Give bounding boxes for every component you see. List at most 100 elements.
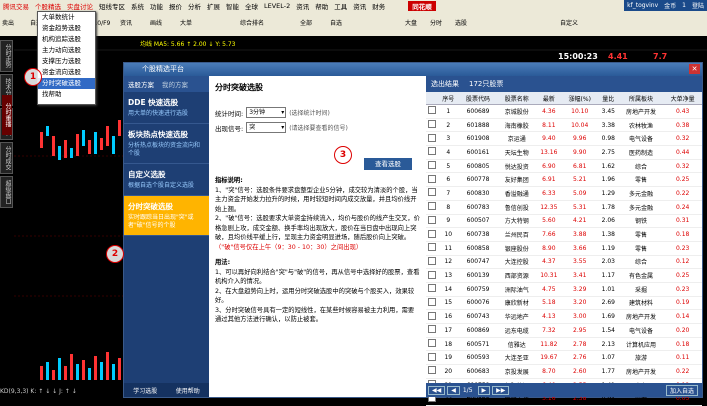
table-row[interactable]: 7 600830 香溢融通 6.33 5.09 1.29 多元金融 0.22 — [426, 186, 702, 201]
row-checkbox[interactable] — [426, 282, 438, 297]
table-row[interactable]: 15 600076 康欣新材 5.18 3.20 2.69 建筑材料 0.19 — [426, 296, 702, 311]
table-row[interactable]: 5 600805 悦达投资 6.90 6.81 1.62 综合 0.32 — [426, 159, 702, 174]
table-row[interactable]: 20 600683 京投发展 8.70 2.60 1.77 房地产开发 0.22 — [426, 364, 702, 379]
row-checkbox[interactable] — [426, 145, 438, 160]
column-header[interactable]: 序号 — [437, 92, 459, 105]
menu-item[interactable]: 智能 — [223, 1, 242, 11]
user-area-item[interactable]: kf_togvinv — [624, 2, 661, 9]
row-checkbox[interactable] — [426, 214, 438, 229]
toolbar-button[interactable]: 画线 — [150, 13, 162, 33]
checkbox-icon[interactable] — [427, 106, 436, 115]
column-header[interactable]: 股票名称 — [497, 92, 537, 105]
checkbox-icon[interactable] — [427, 229, 436, 238]
column-header[interactable]: 涨幅(%) — [561, 92, 598, 105]
table-row[interactable]: 18 600571 信雅达 11.82 2.78 2.13 计算机应用 0.18 — [426, 337, 702, 352]
table-row[interactable]: 2 601888 海南橡胶 8.11 10.04 3.38 农林牧渔 0.38 — [426, 118, 702, 133]
checkbox-icon[interactable] — [427, 339, 436, 348]
user-area-item[interactable]: 登陆 — [689, 1, 707, 10]
column-header[interactable]: 股票代码 — [458, 92, 498, 105]
table-row[interactable]: 14 600759 洲际油气 4.75 3.29 1.01 采掘 0.23 — [426, 282, 702, 297]
table-row[interactable]: 13 600139 西部资源 10.31 3.41 1.17 有色金属 0.25 — [426, 268, 702, 283]
result-tab[interactable]: 选出结果 — [426, 79, 464, 89]
checkbox-icon[interactable] — [427, 243, 436, 252]
column-header[interactable]: 大单净量 — [663, 92, 702, 105]
prev-page-icon[interactable]: ◀ — [447, 385, 460, 395]
menu-item[interactable]: LEVEL-2 — [261, 2, 293, 10]
toolbar-button[interactable]: 资讯 — [120, 13, 132, 33]
add-to-watchlist-button[interactable]: 加入自选 — [665, 384, 698, 396]
dropdown-item[interactable]: 机构追踪选股 — [38, 34, 95, 45]
row-checkbox[interactable] — [426, 268, 438, 283]
table-row[interactable]: 4 600161 天坛生物 13.16 9.90 2.75 医药制造 0.44 — [426, 145, 702, 160]
row-checkbox[interactable] — [426, 255, 438, 270]
row-checkbox[interactable] — [426, 309, 438, 324]
checkbox-icon[interactable] — [427, 366, 436, 375]
table-row[interactable]: 11 600858 银座股份 8.90 3.66 1.19 零售 0.23 — [426, 241, 702, 256]
menu-item[interactable]: 帮助 — [312, 1, 331, 11]
checkbox-icon[interactable] — [427, 325, 436, 334]
menu-item[interactable]: 实盘讨论 — [64, 1, 96, 11]
dropdown-item[interactable]: 大单数统计 — [38, 12, 95, 23]
menu-item[interactable]: 报价 — [166, 1, 185, 11]
row-checkbox[interactable] — [426, 200, 438, 215]
menu-item[interactable]: 功能 — [147, 1, 166, 11]
menu-item[interactable]: 全球 — [242, 1, 261, 11]
table-row[interactable]: 16 600743 华远地产 4.13 3.00 1.69 房地产开发 0.14 — [426, 309, 702, 324]
menu-item[interactable]: 分析 — [185, 1, 204, 11]
vertical-tab[interactable]: 分时走势 — [0, 40, 13, 72]
menu-item[interactable]: 系统 — [128, 1, 147, 11]
query-button[interactable]: 查看选股 — [364, 158, 412, 170]
checkbox-icon[interactable] — [427, 202, 436, 211]
table-row[interactable]: 9 600507 方大特钢 5.60 4.21 2.06 钢铁 0.31 — [426, 214, 702, 229]
checkbox-icon[interactable] — [427, 256, 436, 265]
menu-item[interactable]: 资讯 — [293, 1, 312, 11]
row-checkbox[interactable] — [426, 337, 438, 352]
vertical-tab[interactable]: 分时成交 — [0, 142, 13, 174]
toolbar-button[interactable]: 大盘 — [405, 13, 417, 33]
table-row[interactable]: 10 600738 兰州民百 7.66 3.88 1.38 零售 0.18 — [426, 227, 702, 242]
last-page-icon[interactable]: ▶▶ — [492, 385, 510, 395]
table-row[interactable]: 19 600593 大连圣亚 19.67 2.76 1.07 旅游 0.11 — [426, 350, 702, 366]
table-row[interactable]: 8 600783 鲁信创投 12.35 5.31 1.78 多元金融 0.24 — [426, 200, 702, 215]
toolbar-button[interactable]: 全部 — [300, 13, 312, 33]
dropdown-item[interactable]: 分时突破选股 — [38, 78, 95, 89]
menu-item[interactable]: 财务 — [369, 1, 388, 11]
row-checkbox[interactable] — [426, 159, 438, 174]
scheme-item[interactable]: 板块热点快速选股 分析热点板块的资金流向和个股 — [124, 124, 209, 164]
tab-my-schemes[interactable]: 我的方案 — [158, 79, 192, 89]
checkbox-icon[interactable] — [427, 284, 436, 293]
column-header[interactable]: 量比 — [597, 92, 619, 105]
checkbox-icon[interactable] — [427, 297, 436, 306]
scheme-item[interactable]: 分时突破选股 实时跟踪当日出现"突"或者"破"信号的个股 — [124, 196, 209, 236]
table-row[interactable]: 1 600689 京城股份 4.36 10.10 3.45 房地产开发 0.43 — [426, 104, 702, 119]
table-row[interactable]: 17 600869 远东电缆 7.32 2.95 1.54 电气设备 0.20 — [426, 323, 702, 338]
dropdown-item[interactable]: 主力动向选股 — [38, 45, 95, 56]
checkbox-icon[interactable] — [427, 311, 436, 320]
close-icon[interactable]: ✕ — [689, 64, 700, 74]
row-checkbox[interactable] — [426, 241, 438, 256]
column-header[interactable]: 所属板块 — [618, 92, 664, 105]
menu-item[interactable]: 工具 — [331, 1, 350, 11]
row-checkbox[interactable] — [426, 227, 438, 242]
toolbar-button[interactable]: 综合排名 — [240, 13, 264, 33]
row-checkbox[interactable] — [426, 323, 438, 338]
row-checkbox[interactable] — [426, 104, 438, 119]
row-checkbox[interactable] — [426, 296, 438, 311]
checkbox-icon[interactable] — [427, 352, 436, 361]
scheme-item[interactable]: DDE 快速选股 用大单的快速进行选股 — [124, 92, 209, 124]
tab-schemes[interactable]: 选股方案 — [124, 79, 158, 89]
user-area-item[interactable]: 1 — [679, 2, 689, 9]
replay-tab[interactable]: 分时重播 — [2, 95, 12, 135]
toolbar-button[interactable]: 自选 — [330, 13, 342, 33]
menu-item[interactable]: 个股精选 — [32, 1, 64, 11]
toolbar-button[interactable]: 卖出 — [2, 13, 14, 33]
row-checkbox[interactable] — [426, 186, 438, 201]
toolbar-button[interactable]: 分时 — [430, 13, 442, 33]
vertical-tab[interactable]: 超级盘口 — [0, 176, 13, 208]
checkbox-icon[interactable] — [427, 120, 436, 129]
toolbar-button[interactable]: 大单 — [180, 13, 192, 33]
table-row[interactable]: 6 600778 友好集团 6.91 5.21 1.96 零售 0.25 — [426, 172, 702, 188]
dropdown-item[interactable]: 资金流向选股 — [38, 67, 95, 78]
menu-item[interactable]: 扩展 — [204, 1, 223, 11]
scheme-item[interactable]: 自定义选股 根据自选个股自定义选股 — [124, 164, 209, 196]
